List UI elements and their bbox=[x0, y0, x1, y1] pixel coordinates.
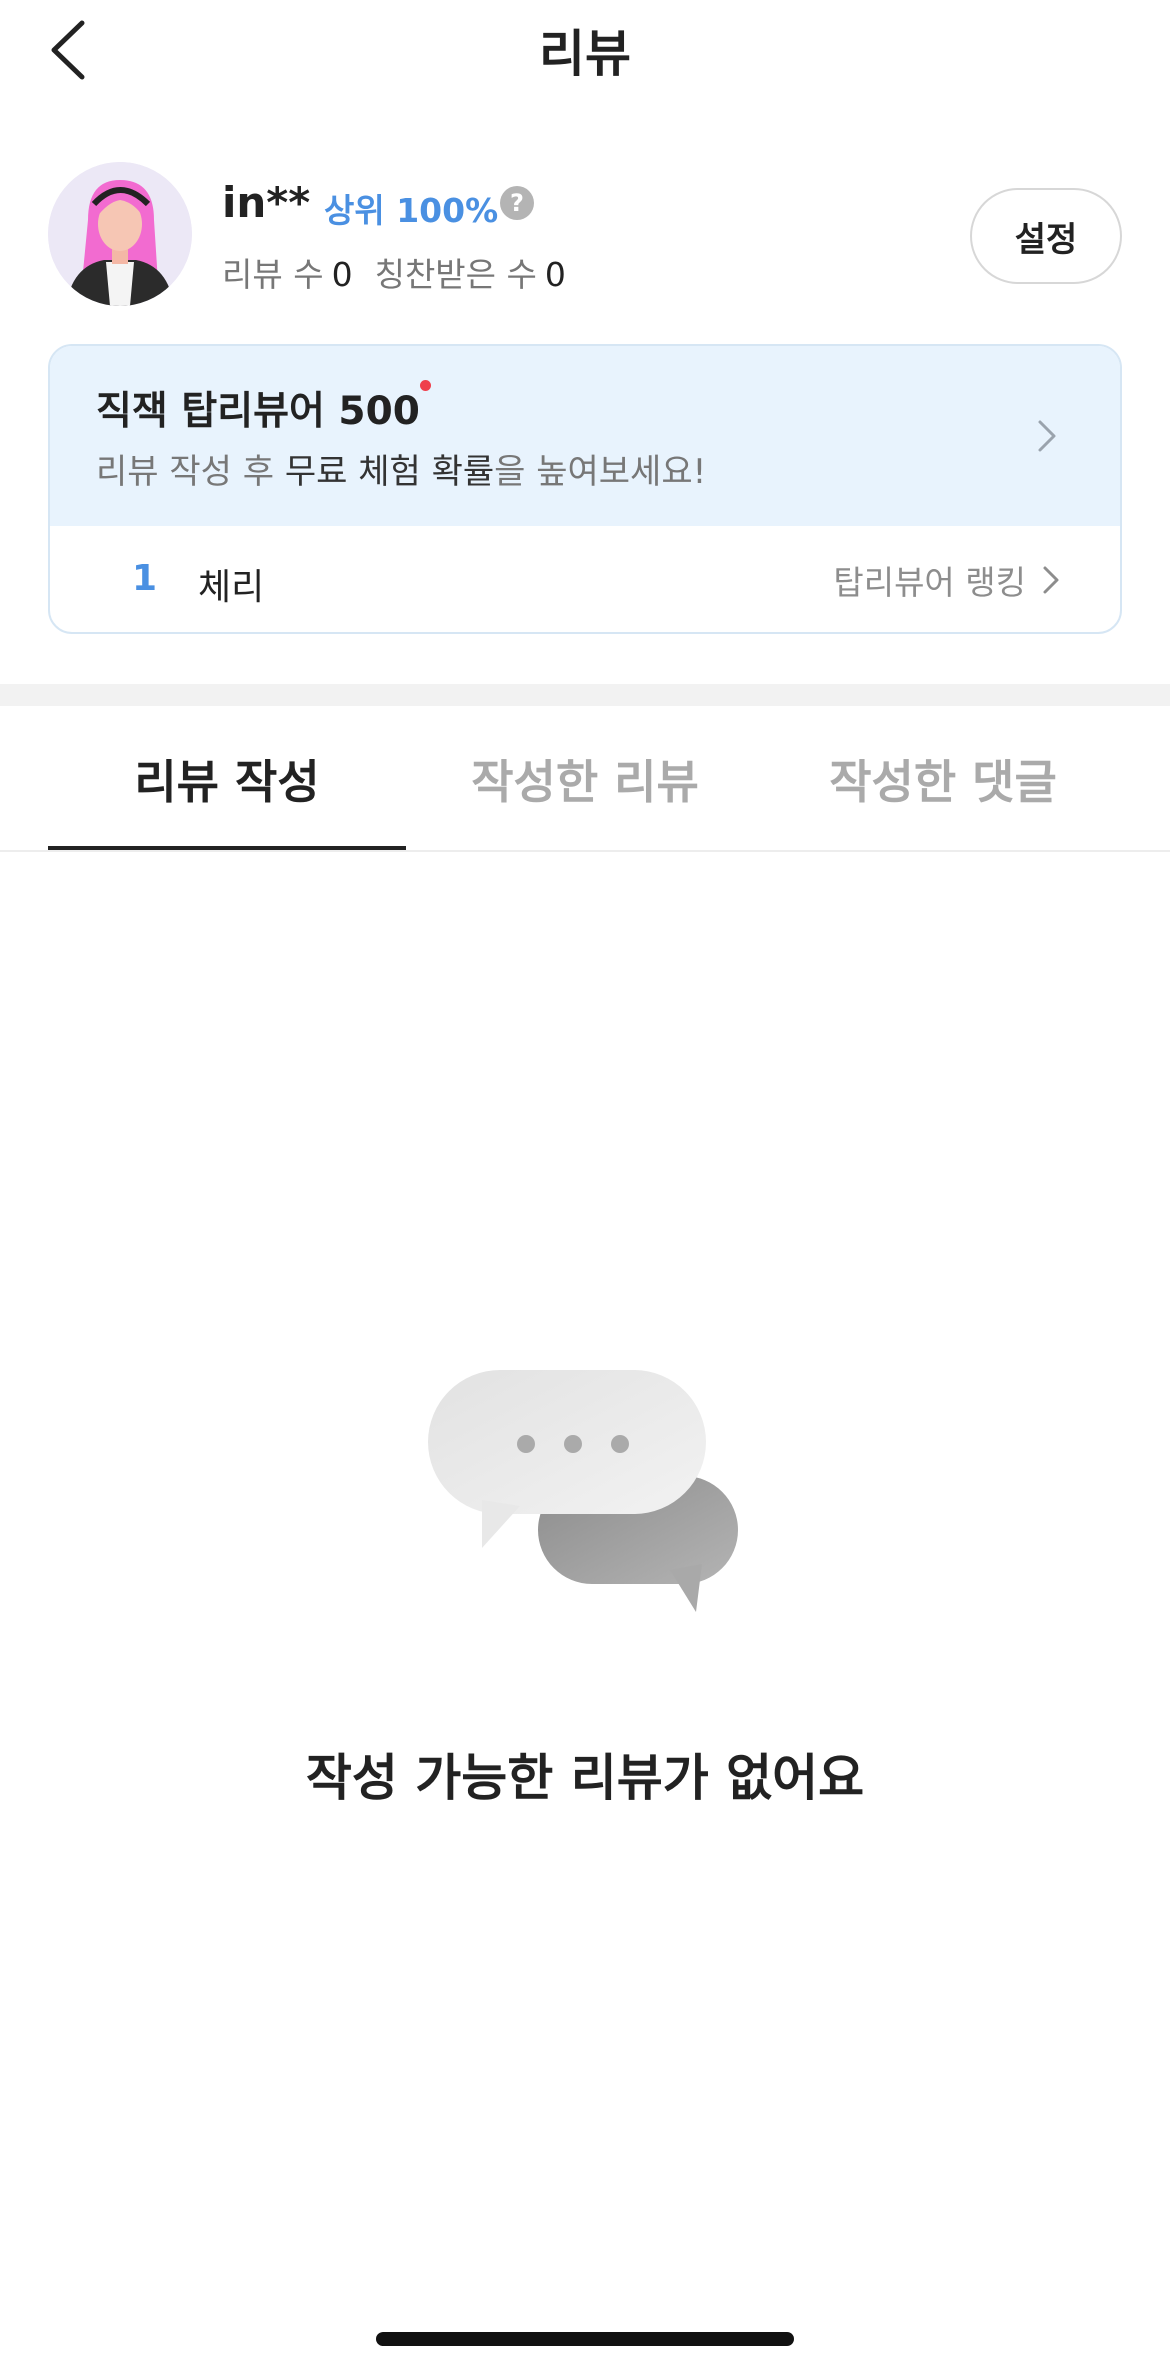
notification-dot bbox=[420, 380, 431, 391]
description-prefix: 리뷰 작성 후 bbox=[96, 452, 285, 492]
description-emphasis: 무료 체험 확률 bbox=[284, 452, 495, 492]
top-reviewer-ranking-link[interactable]: 탑리뷰어 랭킹 bbox=[833, 556, 1062, 604]
tab-divider bbox=[0, 850, 1170, 852]
review-count-label: 리뷰 수 bbox=[222, 255, 324, 294]
praise-count-value: 0 bbox=[544, 255, 566, 294]
top-reviewer-card: 직잭 탑리뷰어 500 리뷰 작성 후 무료 체험 확률을 높여보세요! 1 체… bbox=[48, 344, 1122, 634]
top-reviewer-rank-row: 1 체리 탑리뷰어 랭킹 bbox=[50, 526, 1120, 632]
avatar-illustration bbox=[48, 162, 192, 306]
tab-written-reviews[interactable]: 작성한 리뷰 bbox=[406, 706, 764, 852]
rank-percentile: 상위 100% bbox=[324, 191, 499, 230]
chat-bubbles-icon bbox=[428, 1370, 738, 1612]
empty-state-message: 작성 가능한 리뷰가 없어요 bbox=[305, 1749, 865, 1807]
help-icon[interactable]: ? bbox=[500, 186, 534, 220]
username: in** bbox=[222, 178, 311, 227]
tab-written-comments[interactable]: 작성한 댓글 bbox=[764, 706, 1122, 852]
page-title: 리뷰 bbox=[539, 25, 631, 83]
praise-count-label: 칭찬받은 수 bbox=[374, 255, 537, 294]
top-reviewer-title: 직잭 탑리뷰어 500 bbox=[96, 389, 420, 434]
review-tabs: 리뷰 작성 작성한 리뷰 작성한 댓글 bbox=[48, 706, 1122, 852]
header: 리뷰 bbox=[0, 0, 1170, 100]
top-reviewer-description: 리뷰 작성 후 무료 체험 확률을 높여보세요! bbox=[96, 444, 706, 493]
avatar[interactable] bbox=[48, 162, 192, 306]
chevron-right-icon bbox=[1038, 420, 1056, 452]
profile-stats: 리뷰 수 0 칭찬받은 수0 bbox=[222, 248, 588, 296]
top-reviewer-banner[interactable]: 직잭 탑리뷰어 500 리뷰 작성 후 무료 체험 확률을 높여보세요! bbox=[50, 346, 1120, 526]
tab-write-review[interactable]: 리뷰 작성 bbox=[48, 706, 406, 852]
ranking-link-label: 탑리뷰어 랭킹 bbox=[833, 563, 1026, 602]
chevron-right-icon bbox=[1043, 566, 1059, 594]
review-count-value: 0 bbox=[331, 255, 353, 294]
settings-button[interactable]: 설정 bbox=[970, 188, 1122, 284]
rank-number: 1 bbox=[132, 558, 158, 599]
home-indicator bbox=[376, 2332, 794, 2346]
section-separator bbox=[0, 684, 1170, 706]
description-suffix: 을 높여보세요! bbox=[494, 452, 707, 492]
profile-section: in** 상위 100% ? 리뷰 수 0 칭찬받은 수0 설정 bbox=[48, 162, 1122, 308]
rank-name: 체리 bbox=[198, 567, 265, 608]
